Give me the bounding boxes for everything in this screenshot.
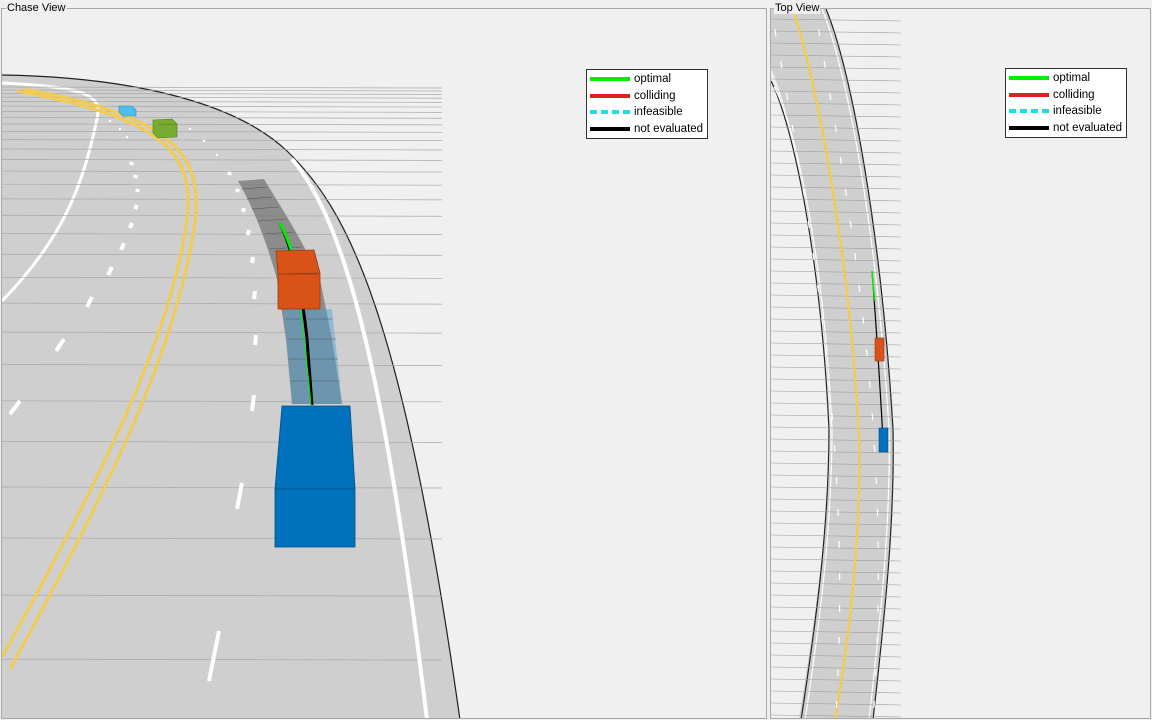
top-ego-vehicle <box>878 427 889 453</box>
lead-vehicle <box>275 249 321 310</box>
legend-chase-view: optimal colliding infeasible not evaluat… <box>586 69 709 139</box>
legend-swatch-not-evaluated <box>590 126 630 131</box>
legend-swatch-infeasible <box>1009 109 1049 114</box>
legend-swatch-optimal <box>590 77 630 82</box>
legend-item-infeasible: infeasible <box>1009 103 1122 120</box>
top-view-panel: optimal colliding infeasible not evaluat… <box>770 8 1151 719</box>
legend-swatch-not-evaluated <box>1009 125 1049 130</box>
legend-item-not-evaluated: not evaluated <box>590 121 703 138</box>
legend-item-colliding: colliding <box>1009 87 1122 104</box>
trajectory-infeasible-tint <box>284 309 342 404</box>
vehicle-green <box>152 118 178 139</box>
legend-swatch-infeasible <box>590 110 630 115</box>
top-lead-vehicle <box>874 337 885 362</box>
ego-vehicle <box>274 405 356 548</box>
legend-item-infeasible: infeasible <box>590 104 703 121</box>
legend-item-optimal: optimal <box>1009 70 1122 87</box>
legend-swatch-colliding <box>1009 92 1049 97</box>
legend-item-not-evaluated: not evaluated <box>1009 120 1122 137</box>
legend-top-view: optimal colliding infeasible not evaluat… <box>1005 68 1128 138</box>
legend-swatch-optimal <box>1009 76 1049 81</box>
vehicle-cyan <box>118 105 137 117</box>
legend-item-optimal: optimal <box>590 71 703 88</box>
top-view-title: Top View <box>774 2 821 14</box>
chase-view-title: Chase View <box>6 2 67 14</box>
legend-swatch-colliding <box>590 93 630 98</box>
legend-item-colliding: colliding <box>590 88 703 105</box>
chase-view-panel: optimal colliding infeasible not evaluat… <box>1 8 767 719</box>
